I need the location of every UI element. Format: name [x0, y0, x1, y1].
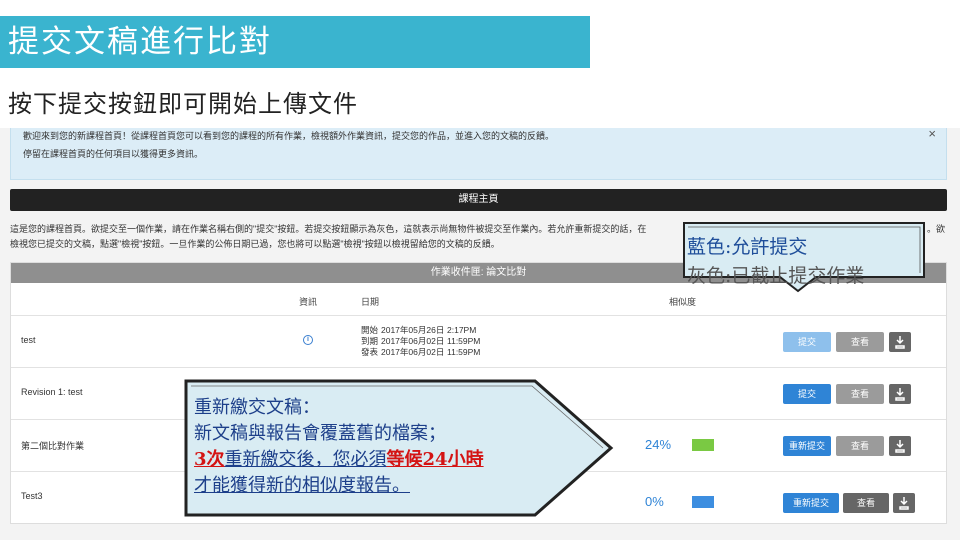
table-row: test i 開始 2017年05月26日 2:17PM 到期 2017年06月02日…: [11, 315, 946, 367]
slide-title: 提交文稿進行比對: [0, 16, 590, 68]
download-icon: [895, 388, 905, 401]
description-line-1: 這是您的課程首頁。欲提交至一個作業，請在作業名稱右側的"提交"按鈕。若提交按鈕顯…: [10, 224, 647, 234]
banner-line-2: 停留在課程首頁的任何項目以獲得更多資訊。: [23, 149, 204, 159]
time-value: 11:59PM: [447, 347, 481, 357]
assignment-title: 第二個比對作業: [21, 441, 85, 451]
download-button[interactable]: [893, 493, 915, 513]
assignment-title: test: [21, 335, 36, 345]
view-button[interactable]: 查看: [843, 493, 889, 513]
similarity-color-swatch: [692, 496, 714, 508]
course-home-bar[interactable]: 課程主頁: [10, 189, 947, 211]
resubmit-report-note: 才能獲得新的相似度報告。: [194, 475, 410, 496]
similarity-score[interactable]: 0%: [645, 494, 664, 509]
submit-button[interactable]: 提交: [783, 332, 831, 352]
legend-blue-text: 藍色:允許提交: [687, 236, 808, 258]
info-icon[interactable]: i: [303, 335, 313, 345]
view-button[interactable]: 查看: [836, 332, 884, 352]
resubmit-callout: 重新繳交文稿： 新文稿與報告會覆蓋舊的檔案； 3次重新繳交後，您必須等候24小時…: [183, 378, 615, 518]
resubmit-button[interactable]: 重新提交: [783, 436, 831, 456]
legend-gray-text: 灰色:已截止提交作業: [687, 265, 865, 287]
time-value: 2:17PM: [447, 325, 477, 335]
similarity-score[interactable]: 24%: [645, 437, 671, 452]
resubmit-wait: 等候24小時: [386, 449, 484, 470]
download-button[interactable]: [889, 436, 911, 456]
resubmit-overwrite-note: 新文稿與報告會覆蓋舊的檔案；: [194, 423, 446, 444]
download-button[interactable]: [889, 384, 911, 404]
col-header-info: 資訊: [299, 297, 318, 307]
submit-button[interactable]: 提交: [783, 384, 831, 404]
download-button[interactable]: [889, 332, 911, 352]
date-label: 開始: [361, 325, 379, 335]
date-label: 到期: [361, 336, 379, 346]
assignment-title: Test3: [21, 491, 43, 501]
slide-subtitle: 按下提交按鈕即可開始上傳文件: [0, 70, 960, 128]
similarity-color-swatch: [692, 439, 714, 451]
date-value: 2017年05月26日: [381, 325, 445, 335]
download-icon: [895, 440, 905, 453]
resubmit-mid-text: 重新繳交後，您必須: [224, 449, 387, 470]
resubmit-heading: 重新繳交文稿：: [194, 397, 320, 418]
resubmit-button[interactable]: 重新提交: [783, 493, 839, 513]
download-icon: [899, 497, 909, 510]
date-value: 2017年06月02日: [381, 336, 445, 346]
assignment-dates: 開始 2017年05月26日 2:17PM 到期 2017年06月02日 11:59PM…: [361, 325, 480, 358]
date-label: 發表: [361, 347, 379, 357]
time-value: 11:59PM: [447, 336, 481, 346]
download-icon: [895, 336, 905, 349]
assignment-title: Revision 1: test: [21, 387, 83, 397]
view-button[interactable]: 查看: [836, 436, 884, 456]
banner-line-1: 歡迎來到您的新課程首頁！從課程首頁您可以看到您的課程的所有作業，檢視額外作業資訊…: [23, 131, 555, 141]
col-header-similarity: 相似度: [669, 297, 697, 307]
resubmit-count: 3次: [194, 449, 225, 470]
col-header-dates: 日期: [361, 297, 380, 307]
welcome-banner: 歡迎來到您的新課程首頁！從課程首頁您可以看到您的課程的所有作業，檢視額外作業資訊…: [10, 122, 947, 180]
date-value: 2017年06月02日: [381, 347, 445, 357]
view-button[interactable]: 查看: [836, 384, 884, 404]
color-legend-callout: 藍色:允許提交 灰色:已截止提交作業: [680, 219, 930, 294]
